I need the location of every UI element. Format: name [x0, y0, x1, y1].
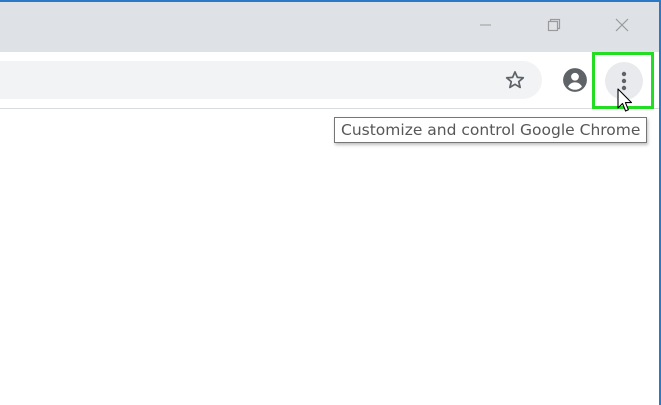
mouse-cursor-icon — [617, 88, 633, 112]
close-button[interactable] — [599, 2, 645, 48]
minimize-button[interactable] — [463, 2, 509, 48]
bookmark-button[interactable] — [500, 65, 530, 95]
restore-button[interactable] — [531, 2, 577, 48]
restore-icon — [547, 18, 561, 32]
minimize-icon — [480, 24, 491, 26]
title-bar — [0, 2, 659, 52]
star-icon — [505, 71, 525, 89]
browser-window: Customize and control Google Chrome — [0, 0, 661, 405]
address-bar[interactable] — [0, 61, 542, 99]
profile-button[interactable] — [560, 65, 590, 95]
close-icon — [615, 18, 629, 32]
toolbar — [0, 52, 659, 109]
menu-tooltip: Customize and control Google Chrome — [334, 117, 648, 143]
account-circle-icon — [563, 68, 587, 92]
